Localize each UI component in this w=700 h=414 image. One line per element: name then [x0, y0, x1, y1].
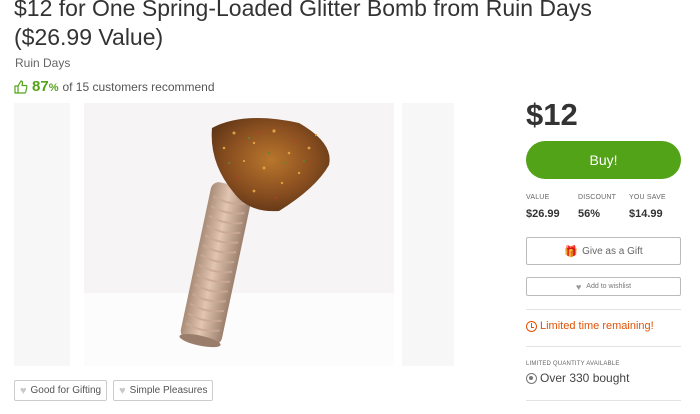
buy-button[interactable]: Buy! — [526, 141, 681, 179]
gift-icon: 🎁 — [564, 245, 579, 258]
heart-icon: ♥ — [20, 384, 27, 397]
divider — [526, 400, 681, 401]
stat-label: VALUE — [526, 194, 550, 201]
bought-count: Over 330 bought — [526, 371, 629, 385]
clock-icon — [526, 320, 537, 332]
limited-time-notice: Limited time remaining! — [526, 320, 654, 332]
gallery-prev-thumbnail[interactable] — [14, 103, 70, 366]
merchant-link[interactable]: Ruin Days — [15, 56, 70, 70]
deal-price: $12 — [526, 97, 578, 132]
bought-text: Over 330 bought — [540, 371, 630, 385]
stat-label: DISCOUNT — [578, 194, 617, 201]
recommend-percent: 87% — [32, 78, 59, 95]
product-image — [84, 103, 394, 366]
price-stats: VALUE $26.99 DISCOUNT 56% YOU SAVE $14.9… — [526, 194, 686, 220]
bought-icon — [526, 372, 537, 384]
glitter-bomb-image — [84, 103, 394, 348]
image-gallery[interactable] — [14, 103, 454, 366]
limited-time-text: Limited time remaining! — [540, 320, 654, 332]
divider — [526, 309, 681, 310]
recommend-rating: 87% of 15 customers recommend — [14, 78, 215, 95]
tag-label: Good for Gifting — [30, 385, 102, 396]
recommend-text: of 15 customers recommend — [62, 79, 215, 94]
heart-icon: ♥ — [119, 384, 126, 397]
stat-discount: DISCOUNT 56% — [578, 194, 629, 220]
add-to-wishlist-button[interactable]: ♥ Add to wishlist — [526, 277, 681, 296]
stat-you-save: YOU SAVE $14.99 — [629, 194, 686, 220]
gift-label: Give as a Gift — [582, 245, 643, 257]
thumbs-up-icon — [14, 79, 28, 94]
heart-icon: ♥ — [575, 281, 582, 292]
gallery-next-thumbnail[interactable] — [402, 103, 454, 366]
divider — [526, 346, 681, 347]
tag-good-for-gifting[interactable]: ♥ Good for Gifting — [14, 380, 108, 401]
give-as-gift-button[interactable]: 🎁 Give as a Gift — [526, 237, 681, 265]
limited-quantity-label: LIMITED QUANTITY AVAILABLE — [526, 361, 620, 367]
stat-value: VALUE $26.99 — [526, 194, 578, 220]
stat-amount: 56% — [578, 208, 601, 220]
deal-tags: ♥ Good for Gifting ♥ Simple Pleasures — [14, 380, 214, 401]
tag-label: Simple Pleasures — [129, 385, 208, 396]
wishlist-label: Add to wishlist — [586, 283, 632, 290]
tag-simple-pleasures[interactable]: ♥ Simple Pleasures — [113, 380, 214, 401]
stat-label: YOU SAVE — [629, 194, 666, 201]
stat-amount: $14.99 — [629, 208, 663, 220]
deal-title: $12 for One Spring-Loaded Glitter Bomb f… — [14, 0, 592, 50]
stat-amount: $26.99 — [526, 208, 560, 220]
